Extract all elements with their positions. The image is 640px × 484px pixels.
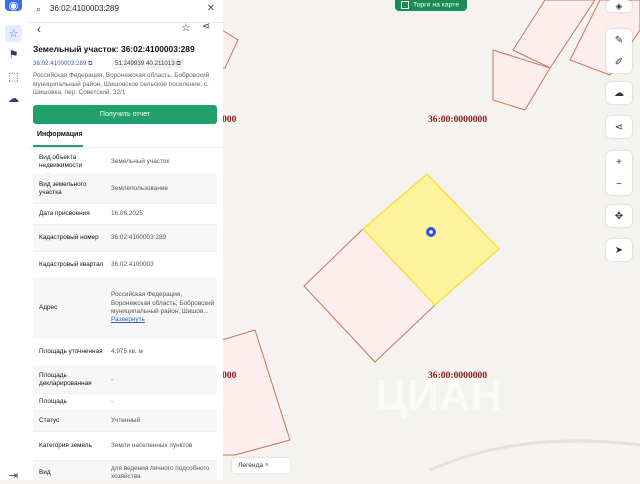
row-value: Российская Федерация, Воронежская област… xyxy=(107,279,217,337)
table-row: Статус Учтенный xyxy=(33,411,217,432)
logout-icon[interactable]: ⇥ xyxy=(5,467,22,484)
auctions-toggle[interactable]: Торги на карте xyxy=(395,0,467,11)
back-icon[interactable]: ‹ xyxy=(37,22,41,36)
move-icon: ✥ xyxy=(614,210,624,222)
row-label: Вид объекта недвижимости xyxy=(39,153,83,169)
search-input[interactable]: 36:02:4100003:289 xyxy=(50,4,119,13)
zoom-out-button[interactable]: − xyxy=(606,173,632,195)
expand-link[interactable]: Развернуть xyxy=(111,316,145,324)
table-row: Адрес Российская Федерация, Воронежская о… xyxy=(33,279,217,338)
address-text: Российская Федерация, Воронежская област… xyxy=(33,72,210,97)
chevron-up-icon: ˄ xyxy=(264,462,269,469)
row-label: Дата присвоения xyxy=(39,209,90,217)
parcel-panel: ⌕ 36:02:4100003:289 ✕ ‹ ☆ ⋖ Земельный уч… xyxy=(27,0,223,480)
select-area-icon[interactable]: ⬚ xyxy=(5,68,22,85)
cloud-upload-icon: ☁ xyxy=(614,87,624,99)
row-value: Земельный участок xyxy=(111,157,170,165)
upload-button[interactable]: ☁ xyxy=(606,82,632,104)
cadastral-label: 36:00:0000000 xyxy=(428,370,488,381)
row-label: Вид земельного участка xyxy=(39,180,87,196)
pencil-icon[interactable]: ✎ xyxy=(606,29,632,51)
auctions-label: Торги на карте xyxy=(413,1,460,9)
zoom-control: + − xyxy=(606,151,632,195)
legend-button[interactable]: Легенда ˄ xyxy=(232,458,290,473)
zoom-in-button[interactable]: + xyxy=(606,151,632,173)
move-button[interactable]: ✥ xyxy=(606,205,632,227)
row-label: Статус xyxy=(39,416,60,424)
row-label: Площадь уточненная xyxy=(39,347,103,355)
close-icon[interactable]: ✕ xyxy=(207,3,215,14)
favorite-icon[interactable]: ☆ xyxy=(181,21,191,34)
get-report-button[interactable]: Получить отчет xyxy=(33,105,217,124)
table-row: Дата присвоения 16.06.2025 xyxy=(33,204,217,225)
layers-button[interactable]: ◈ xyxy=(606,0,632,12)
cadastral-label: 000 xyxy=(222,370,237,381)
table-row: Вид земельного участка Землепользование xyxy=(33,175,217,204)
row-value: Землепользование xyxy=(111,184,168,192)
row-label: Кадастровый квартал xyxy=(39,260,104,268)
row-value: Учтенный xyxy=(111,416,141,424)
row-value: - xyxy=(111,397,114,405)
share-button[interactable]: ⋖ xyxy=(606,116,632,138)
tab-info[interactable]: Информация xyxy=(37,131,82,138)
search-bar[interactable]: ⌕ 36:02:4100003:289 ✕ xyxy=(27,0,223,23)
table-row: Кадастровый квартал 36:02:4100003 xyxy=(33,252,217,279)
row-value: - xyxy=(111,375,114,383)
row-value: 16.06.2025 xyxy=(111,209,143,217)
coords-chip[interactable]: 51.249939 40.211013 ⧉ xyxy=(112,58,184,69)
copy-icon[interactable]: ⧉ xyxy=(177,60,181,67)
row-value: Земли населенных пунктов xyxy=(111,441,193,449)
table-row: Вид объекта недвижимости Земельный участо… xyxy=(33,150,217,175)
left-rail: ◉ ☆ ⚑ ⬚ ☁ ⇥ xyxy=(0,0,28,482)
locate-arrow-icon: ➤ xyxy=(614,244,624,256)
row-label: Площадь декларированная xyxy=(39,371,92,387)
table-row: Вид для ведения личного подсобного хозяйс… xyxy=(33,461,217,480)
flag-icon[interactable]: ⚑ xyxy=(5,46,22,63)
row-value: для ведения личного подсобного хозяйства xyxy=(111,464,210,480)
row-value: 4,975 кв. м xyxy=(111,347,143,355)
row-label: Площадь xyxy=(39,397,67,405)
row-label: Категория земель xyxy=(39,441,92,449)
cadastral-chip[interactable]: 36:02:4100003:289 ⧉ xyxy=(33,58,93,69)
row-value: 36:02:4100003 xyxy=(111,260,154,268)
table-row: Категория земель Земли населенных пунктов xyxy=(33,432,217,461)
row-label: Вид xyxy=(39,468,51,476)
brand-logo-icon[interactable]: ◉ xyxy=(5,0,22,12)
row-value-text: Российская Федерация, Воронежская област… xyxy=(111,291,215,315)
layers-icon: ◈ xyxy=(615,0,623,11)
share-icon: ⋖ xyxy=(614,121,624,133)
map-pin-icon[interactable] xyxy=(426,227,436,237)
row-value: 36:02:4100003:289 xyxy=(111,233,167,241)
divider xyxy=(27,147,223,148)
row-label: Адрес xyxy=(39,303,58,311)
share-icon[interactable]: ⋖ xyxy=(202,21,210,32)
star-icon[interactable]: ☆ xyxy=(5,25,22,42)
checkbox-icon[interactable] xyxy=(401,1,409,9)
page-title: Земельный участок: 36:02:4100003:289 xyxy=(33,44,195,54)
search-icon: ⌕ xyxy=(36,4,42,14)
cadastral-label: 000 xyxy=(222,114,237,125)
draw-tools: ✎ ✐ xyxy=(606,29,632,73)
edit-note-icon[interactable]: ✐ xyxy=(606,51,632,73)
legend-label: Легенда xyxy=(238,462,264,469)
copy-icon[interactable]: ⧉ xyxy=(88,60,92,67)
locate-button[interactable]: ➤ xyxy=(606,239,632,261)
table-row: Площадь декларированная - xyxy=(33,367,217,394)
table-row: Площадь уточненная 4,975 кв. м xyxy=(33,338,217,367)
cloud-icon[interactable]: ☁ xyxy=(5,90,22,107)
table-row: Кадастровый номер 36:02:4100003:289 xyxy=(33,225,217,252)
info-table: Вид объекта недвижимости Земельный участо… xyxy=(33,150,217,480)
coords-chip-label: 51.249939 40.211013 xyxy=(115,60,175,67)
row-label: Кадастровый номер xyxy=(39,233,99,241)
table-row: Площадь - xyxy=(33,394,217,411)
cadastral-label: 36:00:0000000 xyxy=(428,114,488,125)
cadastral-chip-label: 36:02:4100003:289 xyxy=(33,60,87,67)
